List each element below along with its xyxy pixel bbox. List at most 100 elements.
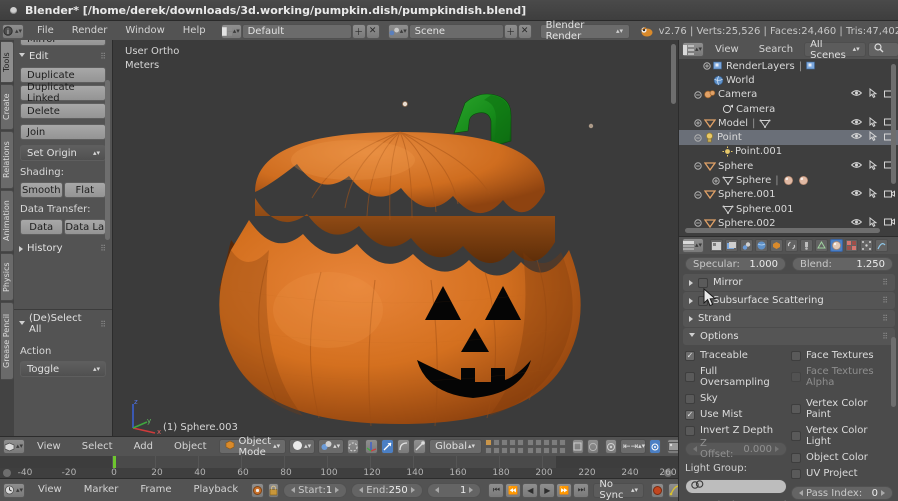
layer-11[interactable] xyxy=(485,447,492,454)
menu-file[interactable]: File xyxy=(28,22,63,40)
layer-6[interactable] xyxy=(527,439,534,446)
menu-window[interactable]: Window xyxy=(116,22,173,40)
modifiers-tab-icon[interactable] xyxy=(800,239,813,252)
menu-help[interactable]: Help xyxy=(174,22,215,40)
scale-manipulator-icon[interactable] xyxy=(413,439,426,454)
outliner-row[interactable]: Camera xyxy=(679,88,898,102)
render-preview-icon[interactable] xyxy=(587,439,599,454)
layer-5[interactable] xyxy=(517,439,524,446)
outliner-expander-icon[interactable] xyxy=(694,134,702,142)
panel-subsurface-scattering[interactable]: Subsurface Scattering ⠿ xyxy=(683,292,895,309)
z-offset-inc-icon[interactable] xyxy=(775,446,779,452)
outliner-vertical-scrollbar[interactable] xyxy=(891,64,896,184)
layer-4[interactable] xyxy=(509,439,516,446)
scene-tab-icon[interactable] xyxy=(740,239,753,252)
uv-project-checkbox[interactable] xyxy=(791,469,801,479)
properties-editor[interactable]: ▴▾ Specular: 1.000 Blend: 1.250 xyxy=(678,236,898,501)
timeline-menu-view[interactable]: View xyxy=(29,481,71,499)
mesh-data-icon[interactable] xyxy=(759,118,771,129)
timeline-menu-marker[interactable]: Marker xyxy=(75,481,128,499)
visibility-eye-icon[interactable] xyxy=(851,118,862,129)
info-icon[interactable]: i ▴▾ xyxy=(2,24,24,39)
layer-15[interactable] xyxy=(517,447,524,454)
start-frame-field[interactable]: Start: 1 xyxy=(283,483,347,498)
tab-grease-pencil[interactable]: Grease Pencil xyxy=(1,302,14,380)
viewport-menu-select[interactable]: Select xyxy=(73,438,122,456)
manipulator-toggle-icon[interactable] xyxy=(365,439,378,454)
delete-scene-button[interactable]: ✕ xyxy=(518,24,532,39)
sync-mode-dropdown[interactable]: No Sync ▴▾ xyxy=(593,483,644,498)
flat-button[interactable]: Flat xyxy=(64,182,107,198)
viewport-menu-add[interactable]: Add xyxy=(125,438,162,456)
outliner-expander-icon[interactable] xyxy=(694,191,702,199)
vertex-color-light-checkbox[interactable] xyxy=(791,431,801,441)
outliner-display-mode-dropdown[interactable]: All Scenes ▴▾ xyxy=(804,42,866,57)
join-button[interactable]: Join xyxy=(20,124,106,140)
outliner-search-input[interactable] xyxy=(868,42,898,57)
layer-12[interactable] xyxy=(493,447,500,454)
tab-physics[interactable]: Physics xyxy=(1,253,14,301)
snap-magnet-icon[interactable] xyxy=(347,439,359,454)
tab-create[interactable]: Create xyxy=(1,84,14,130)
layer-13[interactable] xyxy=(501,447,508,454)
scene-icon[interactable]: ▴▾ xyxy=(388,24,409,39)
material-icon-2[interactable] xyxy=(798,175,809,186)
outliner-tree[interactable]: RenderLayers|WorldCameraCameraModel|Poin… xyxy=(679,59,898,229)
z-offset-dec-icon[interactable] xyxy=(693,446,697,452)
visibility-eye-icon[interactable] xyxy=(851,89,862,100)
world-tab-icon[interactable] xyxy=(755,239,768,252)
play-icon[interactable]: ▶ xyxy=(539,483,555,498)
outliner-expander-icon[interactable] xyxy=(694,119,702,127)
viewport-menu-object[interactable]: Object xyxy=(165,438,216,456)
snap-element-dropdown[interactable]: ⇤⇥ ▴▾ xyxy=(620,439,646,454)
record-auto-key-icon[interactable] xyxy=(251,483,264,498)
current-frame-field[interactable]: 1 xyxy=(427,483,482,498)
delete-button[interactable]: Delete xyxy=(20,103,106,119)
editor-type-timeline-icon[interactable]: ▴▾ xyxy=(3,483,25,498)
object-tab-icon[interactable] xyxy=(770,239,783,252)
scene-layers-group-1[interactable] xyxy=(485,439,524,454)
end-frame-field[interactable]: End: 250 xyxy=(351,483,422,498)
screen-layout-name[interactable]: Default xyxy=(242,24,352,39)
edit-section-header[interactable]: Edit ⠿ xyxy=(14,48,112,65)
use-mist-checkbox[interactable]: ✓ xyxy=(685,410,695,420)
proportional-edit-icon[interactable] xyxy=(605,439,617,454)
interaction-mode-dropdown[interactable]: Object Mode ▴▾ xyxy=(219,439,287,454)
visibility-eye-icon[interactable] xyxy=(851,161,862,172)
outliner-row[interactable]: Camera xyxy=(679,102,898,116)
object-color-checkbox[interactable] xyxy=(791,453,801,463)
timeline-playhead[interactable] xyxy=(113,456,116,468)
particles-tab-icon[interactable] xyxy=(860,239,873,252)
viewport-shading-dropdown[interactable]: ▴▾ xyxy=(289,439,315,454)
pass-index-field[interactable]: Pass Index: 0 xyxy=(791,486,893,500)
outliner-row[interactable]: Point.001 xyxy=(679,145,898,159)
jump-to-start-icon[interactable]: ⏮ xyxy=(488,483,504,498)
selectable-cursor-icon[interactable] xyxy=(869,131,877,144)
texture-tab-icon[interactable] xyxy=(845,239,858,252)
visibility-eye-icon[interactable] xyxy=(851,189,862,200)
vertex-color-paint-checkbox[interactable] xyxy=(791,404,801,414)
render-layers-tab-icon[interactable] xyxy=(725,239,738,252)
toolshelf-scrollbar[interactable] xyxy=(105,80,110,240)
option-face-textures[interactable]: Face Textures xyxy=(791,350,893,361)
sky-checkbox[interactable] xyxy=(685,394,695,404)
timeline-scroll-handle-left[interactable] xyxy=(3,469,11,477)
lock-camera-icon[interactable] xyxy=(572,439,584,454)
timeline-menu-playback[interactable]: Playback xyxy=(184,481,247,499)
blend-slider[interactable]: Blend: 1.250 xyxy=(792,257,893,271)
physics-tab-icon[interactable] xyxy=(875,239,888,252)
layer-3[interactable] xyxy=(501,439,508,446)
layer-7[interactable] xyxy=(535,439,542,446)
prev-keyframe-icon[interactable]: ⏪ xyxy=(505,483,521,498)
3d-viewport[interactable]: User Ortho Meters xyxy=(113,40,678,436)
renderable-camera-icon[interactable] xyxy=(884,217,895,229)
outliner-row[interactable]: Sphere.001 xyxy=(679,202,898,216)
outliner-expander-icon[interactable] xyxy=(694,219,702,227)
window-menu-icon[interactable] xyxy=(10,7,17,14)
outliner-expander-icon[interactable] xyxy=(712,177,720,185)
light-group-input[interactable] xyxy=(685,479,787,494)
editor-type-properties-icon[interactable]: ▴▾ xyxy=(682,238,704,253)
increment-icon[interactable] xyxy=(335,487,339,493)
properties-scrollbar[interactable] xyxy=(891,337,896,407)
tab-relations[interactable]: Relations xyxy=(1,131,14,189)
